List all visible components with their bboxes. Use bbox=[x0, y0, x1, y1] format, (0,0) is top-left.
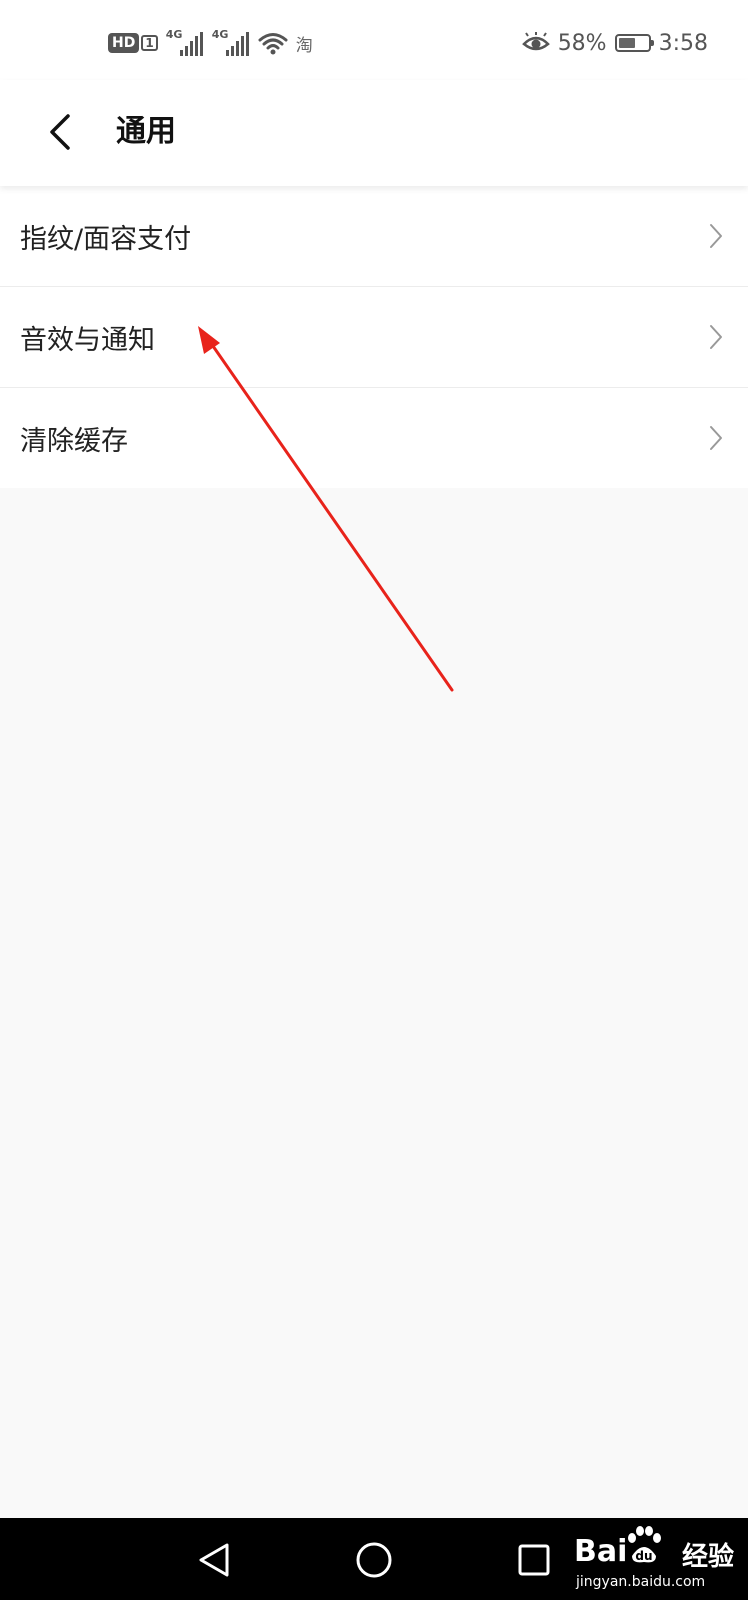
signal-icon-2: 4G bbox=[211, 28, 250, 56]
taobao-icon: 淘 bbox=[295, 35, 313, 56]
settings-list: 指纹/面容支付 音效与通知 清除缓存 bbox=[0, 186, 748, 488]
settings-item-label: 音效与通知 bbox=[20, 324, 155, 356]
baidu-jingyan-watermark: Bai du 经验 jingyan.baidu.com bbox=[574, 1520, 744, 1596]
network-type-2: 4G bbox=[211, 28, 229, 41]
nav-recent-apps-button[interactable] bbox=[512, 1538, 556, 1582]
battery-icon bbox=[614, 34, 654, 52]
triangle-back-icon bbox=[199, 1543, 229, 1577]
settings-item-biometric-payment[interactable]: 指纹/面容支付 bbox=[0, 186, 748, 287]
settings-item-label: 清除缓存 bbox=[20, 425, 128, 457]
settings-item-clear-cache[interactable]: 清除缓存 bbox=[0, 388, 748, 488]
settings-item-label: 指纹/面容支付 bbox=[20, 223, 192, 255]
chevron-right-icon bbox=[710, 325, 722, 349]
screen: HD 1 4G 4G 淘 58% 3:58 通用 指纹/面容支付 音效与通知 清… bbox=[0, 0, 748, 1600]
battery-level-fill bbox=[618, 38, 635, 48]
nav-home-button[interactable] bbox=[352, 1538, 396, 1582]
circle-home-icon bbox=[356, 1542, 392, 1578]
chevron-left-icon bbox=[50, 114, 70, 150]
header-bar: 通用 bbox=[0, 80, 748, 186]
hd-sim-label: 1 bbox=[141, 35, 158, 51]
nav-back-button[interactable] bbox=[192, 1538, 236, 1582]
chevron-right-icon bbox=[710, 224, 722, 248]
status-right-icons: 58% 3:58 bbox=[521, 26, 708, 60]
battery-percent: 58% bbox=[557, 30, 607, 56]
hd-voice-icon: HD 1 bbox=[108, 33, 158, 53]
status-bar: HD 1 4G 4G 淘 58% 3:58 bbox=[0, 0, 748, 80]
square-recent-icon bbox=[518, 1544, 550, 1576]
watermark-suffix: 经验 bbox=[682, 1542, 735, 1572]
status-left-icons: HD 1 4G 4G 淘 bbox=[108, 26, 313, 60]
signal-icon-1: 4G bbox=[165, 28, 204, 56]
watermark-brand-left: Bai bbox=[574, 1534, 628, 1569]
clock: 3:58 bbox=[658, 30, 708, 56]
hd-label: HD bbox=[108, 33, 140, 53]
settings-item-sound-notification[interactable]: 音效与通知 bbox=[0, 287, 748, 388]
chevron-right-icon bbox=[710, 426, 722, 450]
page-title: 通用 bbox=[116, 114, 176, 149]
wifi-icon bbox=[258, 33, 288, 55]
network-type-1: 4G bbox=[165, 28, 183, 41]
watermark-brand-right: du bbox=[635, 1549, 652, 1563]
back-button[interactable] bbox=[36, 102, 84, 162]
eye-comfort-icon bbox=[521, 32, 550, 51]
watermark-url: jingyan.baidu.com bbox=[576, 1574, 706, 1590]
paw-icon: du bbox=[628, 1526, 661, 1563]
